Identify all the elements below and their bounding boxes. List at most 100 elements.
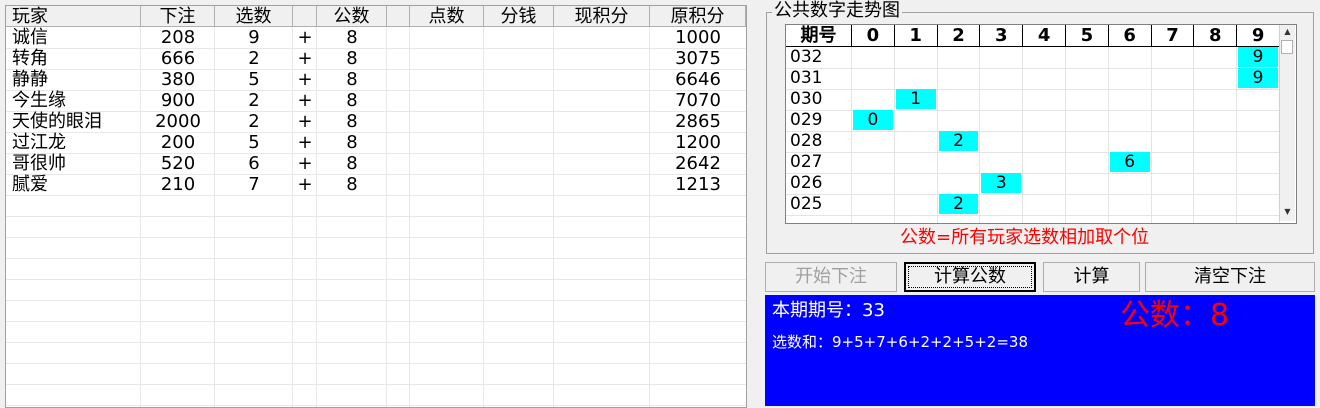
cell-bet: 208 <box>160 27 196 48</box>
cell-name: 天使的眼泪 <box>12 111 102 132</box>
cell-bet: 666 <box>160 48 196 69</box>
scroll-thumb[interactable] <box>1281 40 1293 54</box>
cell-op: + <box>297 153 313 174</box>
trend-period: 031 <box>790 68 823 88</box>
trend-header-period: 期号 <box>786 25 852 47</box>
cell-orig: 1200 <box>675 132 721 153</box>
cell-common: 8 <box>346 69 358 90</box>
cell-bet: 380 <box>160 69 196 90</box>
grid-line <box>6 258 746 259</box>
trend-period: 028 <box>790 131 823 151</box>
cell-pick: 7 <box>248 174 260 195</box>
grid-line <box>893 47 895 223</box>
cell-common: 8 <box>346 132 358 153</box>
trend-header-digit: 1 <box>894 25 938 47</box>
common-number: 公数：8 <box>1120 298 1230 333</box>
trend-header-digit: 2 <box>937 25 981 47</box>
current-period: 本期期号：33 <box>772 300 885 321</box>
cell-bet: 900 <box>160 90 196 111</box>
table-row[interactable]: 腻爱 210 7 +8 1213 <box>6 174 746 195</box>
column-header[interactable] <box>387 6 410 27</box>
trend-hit-cell: 1 <box>895 89 936 109</box>
column-header[interactable]: 点数 <box>410 6 484 27</box>
cell-pick: 5 <box>248 132 260 153</box>
column-header[interactable]: 原积分 <box>650 6 746 27</box>
trend-hit-cell: 0 <box>853 110 893 130</box>
scroll-down-icon[interactable]: ▼ <box>1280 207 1295 216</box>
trend-grid[interactable]: 期号 0 1 2 3 4 5 6 7 8 9 032 9 031 9 030 1 029 0 028 2 027 6 026 3… <box>785 24 1297 224</box>
trend-hit-cell: 9 <box>1238 68 1278 88</box>
trend-header-digit: 3 <box>980 25 1024 47</box>
table-row[interactable]: 转角 666 2 +8 3075 <box>6 48 746 69</box>
trend-period: 026 <box>790 173 823 193</box>
table-row[interactable]: 天使的眼泪 2000 2 +8 2865 <box>6 111 746 132</box>
trend-header-digit: 8 <box>1194 25 1238 47</box>
grid-line <box>6 300 746 301</box>
trend-hit-cell: 9 <box>1238 47 1278 67</box>
column-header[interactable]: 选数 <box>215 6 293 27</box>
cell-op: + <box>297 174 313 195</box>
table-row[interactable]: 哥很帅 520 6 +8 2642 <box>6 153 746 174</box>
trend-header-digit: 0 <box>852 25 895 47</box>
trend-hit-cell: 2 <box>938 194 979 214</box>
table-row[interactable]: 静静 380 5 +8 6646 <box>6 69 746 90</box>
cell-pick: 2 <box>248 111 260 132</box>
column-header[interactable]: 玩家 <box>6 6 141 27</box>
table-row[interactable]: 诚信 208 9 +8 1000 <box>6 27 746 48</box>
cell-bet: 2000 <box>155 111 201 132</box>
column-header[interactable]: 公数 <box>317 6 387 27</box>
table-row[interactable]: 过江龙 200 5 +8 1200 <box>6 132 746 153</box>
calc-common-button[interactable]: 计算公数 <box>904 262 1036 292</box>
player-grid[interactable]: 玩家 下注 选数 公数 点数 分钱 现积分 原积分 诚信 208 9 +8 1000 转角 666 2 +8 30… <box>5 5 747 408</box>
start-bet-button[interactable]: 开始下注 <box>765 262 897 292</box>
column-header[interactable] <box>293 6 317 27</box>
grid-line <box>6 384 746 385</box>
trend-header: 期号 0 1 2 3 4 5 6 7 8 9 <box>786 25 1280 47</box>
cell-orig: 2865 <box>675 111 721 132</box>
column-header[interactable]: 分钱 <box>484 6 554 27</box>
grid-line <box>1193 47 1195 223</box>
pick-sum: 选数和：9+5+7+6+2+2+5+2=38 <box>772 333 1028 351</box>
column-header[interactable]: 现积分 <box>554 6 650 27</box>
cell-name: 转角 <box>12 48 48 69</box>
grid-line <box>1107 47 1109 223</box>
cell-pick: 5 <box>248 69 260 90</box>
clear-bet-button[interactable]: 清空下注 <box>1145 262 1315 292</box>
cell-op: + <box>297 27 313 48</box>
cell-op: + <box>297 132 313 153</box>
calc-button[interactable]: 计算 <box>1043 262 1140 292</box>
column-header[interactable]: 下注 <box>141 6 215 27</box>
table-row[interactable]: 今生缘 900 2 +8 7070 <box>6 90 746 111</box>
grid-line <box>1022 47 1024 223</box>
cell-name: 诚信 <box>12 27 48 48</box>
cell-pick: 2 <box>248 48 260 69</box>
cell-pick: 2 <box>248 90 260 111</box>
formula-note: 公数=所有玩家选数相加取个位 <box>900 227 1150 248</box>
grid-line <box>851 47 852 223</box>
grid-line <box>786 194 1280 195</box>
cell-name: 哥很帅 <box>12 153 66 174</box>
scroll-up-icon[interactable]: ▲ <box>1280 27 1295 36</box>
grid-line <box>6 342 746 343</box>
cell-op: + <box>297 90 313 111</box>
cell-common: 8 <box>346 90 358 111</box>
cell-orig: 6646 <box>675 69 721 90</box>
grid-line <box>1150 47 1152 223</box>
trend-period: 029 <box>790 110 823 130</box>
grid-line <box>6 279 746 280</box>
cell-op: + <box>297 111 313 132</box>
grid-line <box>786 89 1280 90</box>
cell-name: 腻爱 <box>12 174 48 195</box>
trend-period: 025 <box>790 194 823 214</box>
trend-header-digit: 4 <box>1023 25 1066 47</box>
trend-hit-cell: 3 <box>981 173 1022 193</box>
trend-period: 027 <box>790 152 823 172</box>
cell-common: 8 <box>346 27 358 48</box>
cell-common: 8 <box>346 111 358 132</box>
cell-orig: 2642 <box>675 153 721 174</box>
cell-pick: 6 <box>248 153 260 174</box>
trend-title: 公共数字走势图 <box>772 0 902 22</box>
trend-hit-cell: 6 <box>1109 152 1150 172</box>
trend-header-digit: 7 <box>1151 25 1195 47</box>
trend-scrollbar[interactable]: ▲ ▼ <box>1279 25 1295 221</box>
